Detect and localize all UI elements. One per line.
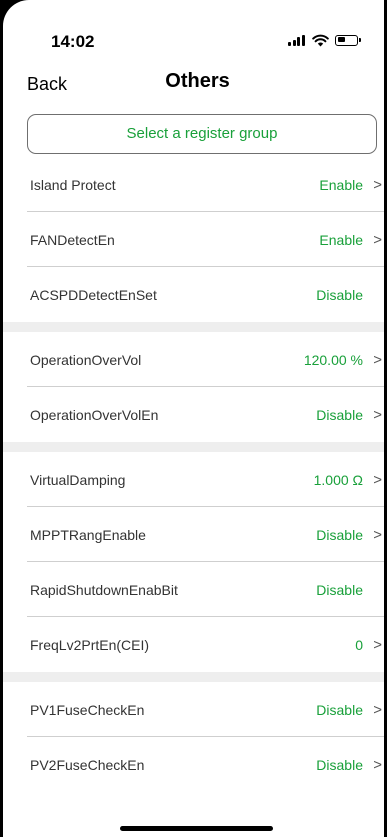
setting-value: 1.000 Ω (313, 471, 363, 488)
status-icons (288, 33, 361, 47)
register-group-select-button[interactable]: Select a register group (27, 114, 377, 154)
setting-row-pv1-fuse-check-en[interactable]: PV1FuseCheckEn Disable > (3, 682, 384, 737)
section-divider (3, 322, 384, 332)
battery-icon (335, 34, 361, 46)
setting-value: Disable (316, 756, 363, 773)
setting-label: VirtualDamping (30, 471, 126, 488)
setting-value: Enable (319, 176, 363, 193)
setting-label: MPPTRangEnable (30, 526, 146, 543)
chevron-right-icon: > (373, 526, 382, 543)
setting-value: Disable (316, 286, 363, 303)
setting-value: Disable (316, 701, 363, 718)
setting-value: Disable (316, 581, 363, 598)
setting-row-operation-over-vol[interactable]: OperationOverVol 120.00 % > (3, 332, 384, 387)
chevron-right-icon: > (373, 636, 382, 653)
setting-row-mppt-rang-enable[interactable]: MPPTRangEnable Disable > (3, 507, 384, 562)
setting-label: ACSPDDetectEnSet (30, 286, 157, 303)
setting-value: 120.00 % (303, 351, 363, 368)
home-indicator[interactable] (120, 826, 273, 831)
section-divider (3, 672, 384, 682)
section-divider (3, 442, 384, 452)
setting-label: FreqLv2PrtEn(CEI) (30, 636, 150, 653)
chevron-right-icon: > (373, 756, 382, 773)
chevron-right-icon: > (373, 471, 382, 488)
setting-row-operation-over-vol-en[interactable]: OperationOverVolEn Disable > (3, 387, 384, 442)
nav-bar: Back Others (3, 62, 384, 108)
setting-label: FANDetectEn (30, 231, 115, 248)
setting-row-rapid-shutdown-enab-bit[interactable]: RapidShutdownEnabBit Disable (3, 562, 384, 617)
setting-label: OperationOverVol (30, 351, 142, 368)
setting-row-virtual-damping[interactable]: VirtualDamping 1.000 Ω > (3, 452, 384, 507)
signal-icon (288, 34, 306, 46)
setting-label: OperationOverVolEn (30, 406, 159, 423)
status-time: 14:02 (51, 32, 95, 51)
setting-value: Enable (319, 231, 363, 248)
setting-row-fan-detect-en[interactable]: FANDetectEn Enable > (3, 212, 384, 267)
page-title: Others (165, 70, 230, 92)
register-list: Island Protect Enable > FANDetectEn Enab… (3, 157, 384, 792)
setting-value: Disable (316, 526, 363, 543)
setting-label: RapidShutdownEnabBit (30, 581, 178, 598)
setting-row-acspd-detect-en-set[interactable]: ACSPDDetectEnSet Disable (3, 267, 384, 322)
setting-value: Disable (316, 406, 363, 423)
setting-value: 0 (355, 636, 363, 653)
setting-row-pv2-fuse-check-en[interactable]: PV2FuseCheckEn Disable > (3, 737, 384, 792)
chevron-right-icon: > (373, 406, 382, 423)
chevron-right-icon: > (373, 701, 382, 718)
setting-label: PV1FuseCheckEn (30, 701, 145, 718)
setting-row-freq-lv2-prt-en-cei[interactable]: FreqLv2PrtEn(CEI) 0 > (3, 617, 384, 672)
setting-row-island-protect[interactable]: Island Protect Enable > (3, 157, 384, 212)
chevron-right-icon: > (373, 231, 382, 248)
status-bar: 14:02 (3, 0, 384, 58)
chevron-right-icon: > (373, 351, 382, 368)
setting-label: PV2FuseCheckEn (30, 756, 145, 773)
setting-label: Island Protect (30, 176, 116, 193)
chevron-right-icon: > (373, 176, 382, 193)
wifi-icon (312, 34, 329, 46)
phone-screen: 14:02 Back Others Select a register grou… (3, 0, 384, 837)
